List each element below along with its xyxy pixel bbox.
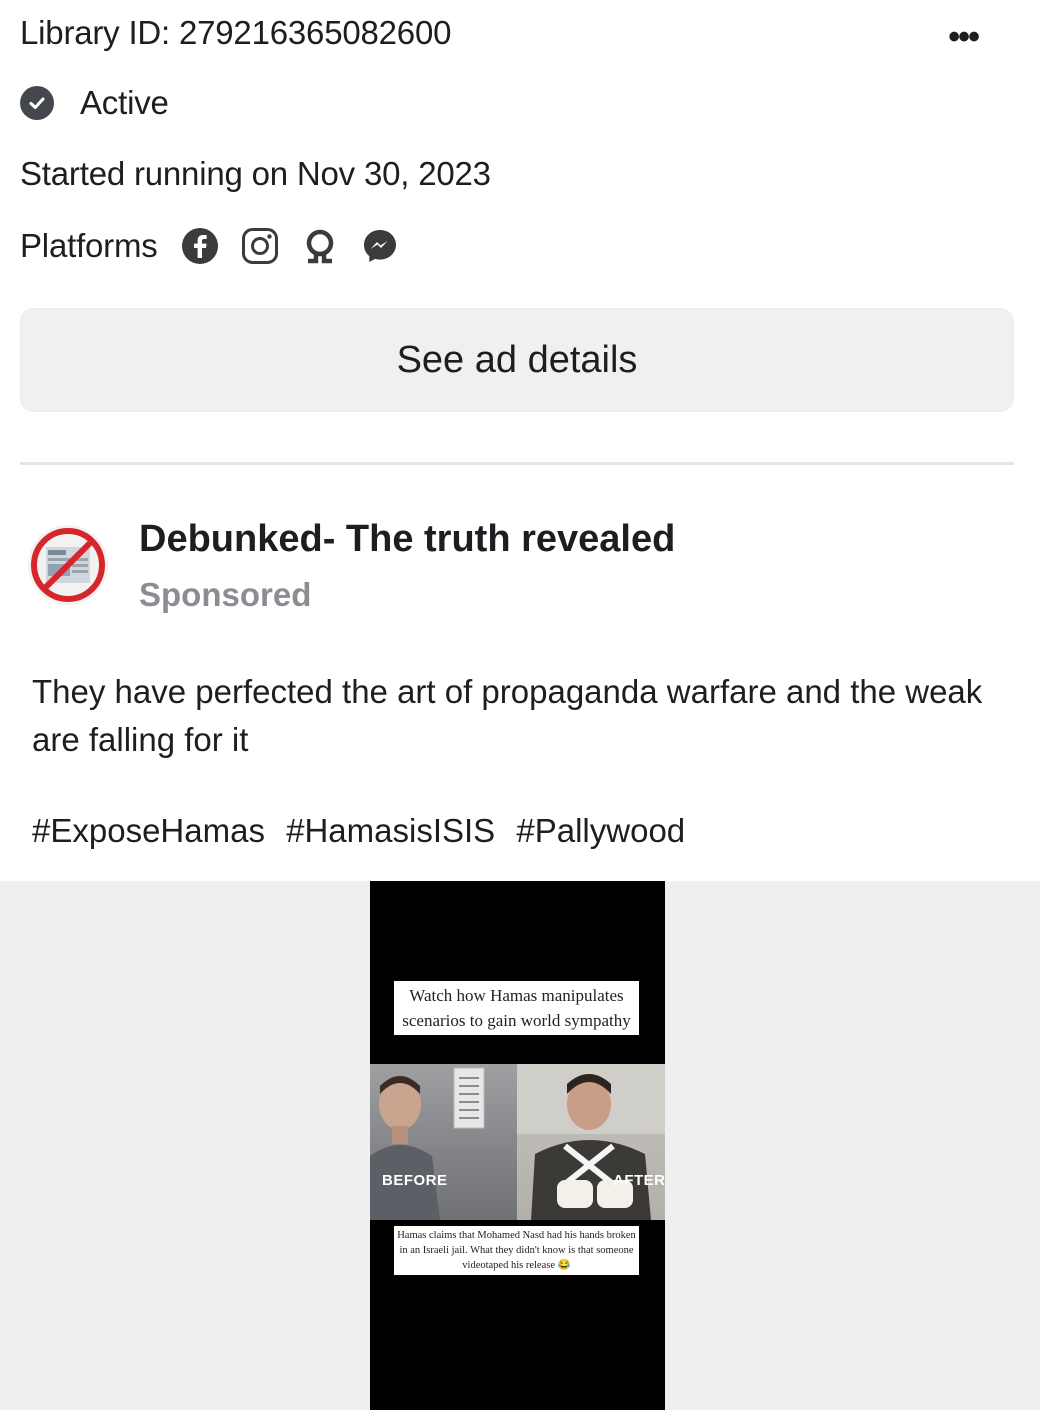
hashtag-link[interactable]: #HamasisISIS [286, 812, 495, 849]
divider [20, 462, 1014, 465]
page-avatar[interactable] [26, 523, 110, 607]
audience-network-icon [300, 226, 340, 266]
after-label: AFTER [613, 1172, 665, 1189]
before-label: BEFORE [382, 1172, 448, 1189]
instagram-icon [240, 226, 280, 266]
started-running-text: Started running on Nov 30, 2023 [20, 155, 491, 192]
status-label: Active [80, 84, 169, 121]
video-caption-top: Watch how Hamas manipulates scenarios to… [394, 981, 639, 1035]
hashtags: #ExposeHamas #HamasisISIS #Pallywood [32, 812, 697, 850]
check-circle-icon [20, 86, 54, 120]
library-id: Library ID: 279216365082600 [20, 14, 452, 51]
before-photo: BEFORE [370, 1064, 517, 1220]
messenger-icon [360, 226, 400, 266]
sponsored-label: Sponsored [139, 576, 312, 613]
after-photo: AFTER [517, 1064, 665, 1220]
see-ad-details-button[interactable]: See ad details [20, 308, 1014, 412]
ad-video[interactable]: Watch how Hamas manipulates scenarios to… [370, 881, 665, 1410]
page-name[interactable]: Debunked- The truth revealed [139, 518, 675, 561]
more-options-icon[interactable]: ••• [948, 18, 980, 57]
platforms-row: Platforms [20, 226, 420, 266]
video-caption-bottom: Hamas claims that Mohamed Nasd had his h… [394, 1226, 639, 1275]
facebook-icon [180, 226, 220, 266]
hashtag-link[interactable]: #Pallywood [516, 812, 685, 849]
ad-body-text: They have perfected the art of propagand… [32, 673, 983, 758]
status-row: Active [20, 84, 169, 122]
hashtag-link[interactable]: #ExposeHamas [32, 812, 265, 849]
platforms-label: Platforms [20, 227, 158, 264]
